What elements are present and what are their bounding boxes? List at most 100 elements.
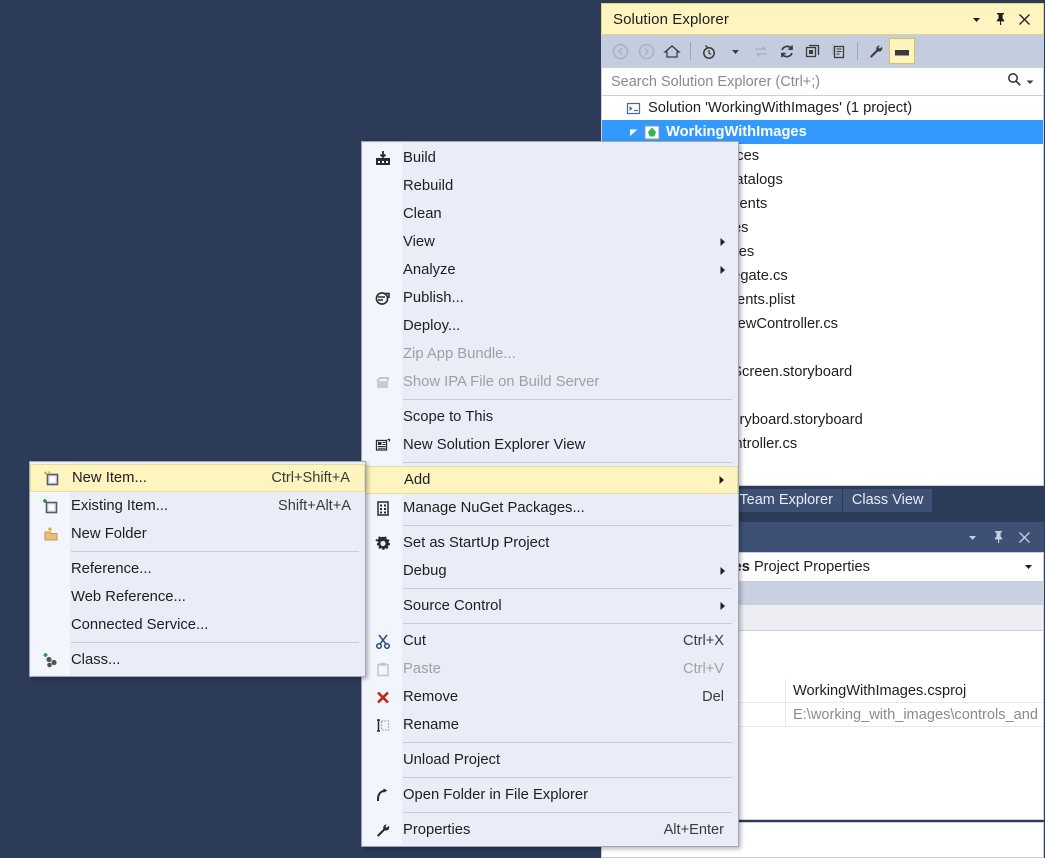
refresh-icon[interactable] — [774, 38, 800, 64]
menu-item-label: New Solution Explorer View — [403, 437, 738, 453]
menu-item-web-reference[interactable]: Web Reference... — [30, 583, 365, 611]
submenu-arrow-icon — [718, 475, 737, 485]
dropdown-icon[interactable] — [961, 526, 983, 548]
menu-item-properties[interactable]: PropertiesAlt+Enter — [362, 816, 738, 844]
pin-icon[interactable] — [989, 8, 1011, 30]
chevron-down-icon[interactable] — [1024, 558, 1043, 576]
menu-item-label: Web Reference... — [71, 589, 365, 605]
menu-item-shortcut: Ctrl+V — [683, 661, 738, 677]
nuget-icon — [362, 500, 403, 517]
menu-item-connected-service[interactable]: Connected Service... — [30, 611, 365, 639]
project-context-menu[interactable]: Build Rebuild Clean View Analyze Publish... De… — [361, 141, 739, 847]
submenu-arrow-icon — [719, 601, 738, 611]
properties-row-value[interactable]: WorkingWithImages.csproj — [786, 683, 966, 699]
back-icon[interactable] — [607, 38, 633, 64]
menu-item-reference[interactable]: Reference... — [30, 555, 365, 583]
dropdown-icon[interactable] — [965, 8, 987, 30]
menu-item-publish[interactable]: Publish... — [362, 284, 738, 312]
menu-item-shortcut: Del — [702, 689, 738, 705]
menu-item-debug[interactable]: Debug — [362, 557, 738, 585]
new-class-icon — [30, 652, 71, 669]
menu-item-zip-app-bundle: Zip App Bundle... — [362, 340, 738, 368]
wrench-icon — [362, 822, 403, 839]
menu-separator — [71, 551, 359, 552]
tab-team-explorer[interactable]: Team Explorer — [730, 489, 841, 512]
chevron-down-icon[interactable] — [722, 38, 748, 64]
menu-item-label: Paste — [403, 661, 683, 677]
build-icon — [362, 150, 403, 167]
solution-explorer-titlebar: Solution Explorer — [601, 3, 1044, 35]
cut-scissors-icon — [362, 633, 403, 650]
collapse-all-icon[interactable] — [800, 38, 826, 64]
menu-item-set-as-startup-project[interactable]: Set as StartUp Project — [362, 529, 738, 557]
xamarin-project-icon — [642, 125, 662, 140]
menu-item-clean[interactable]: Clean — [362, 200, 738, 228]
menu-item-show-ipa-file-on-build-server: Show IPA File on Build Server — [362, 368, 738, 396]
existing-item-icon — [30, 498, 71, 515]
menu-item-unload-project[interactable]: Unload Project — [362, 746, 738, 774]
submenu-arrow-icon — [719, 265, 738, 275]
menu-item-view[interactable]: View — [362, 228, 738, 256]
menu-separator — [403, 399, 732, 400]
pending-changes-icon[interactable] — [696, 38, 722, 64]
close-icon[interactable] — [1013, 8, 1035, 30]
search-dropdown-icon[interactable] — [1026, 73, 1034, 91]
tab-class-view[interactable]: Class View — [843, 489, 932, 512]
search-icon[interactable] — [1007, 72, 1022, 92]
add-submenu[interactable]: New Item...Ctrl+Shift+AExisting Item...S… — [29, 461, 366, 677]
search-placeholder: Search Solution Explorer (Ctrl+;) — [611, 74, 820, 90]
show-all-files-icon[interactable] — [826, 38, 852, 64]
solution-explorer-title: Solution Explorer — [613, 11, 729, 28]
search-input[interactable]: Search Solution Explorer (Ctrl+;) — [601, 67, 1044, 96]
properties-wrench-icon[interactable] — [863, 38, 889, 64]
menu-item-shortcut: Alt+Enter — [664, 822, 738, 838]
menu-item-add[interactable]: Add — [362, 466, 738, 494]
menu-item-existing-item[interactable]: Existing Item...Shift+Alt+A — [30, 492, 365, 520]
properties-row-value[interactable]: E:\working_with_images\controls_and — [786, 707, 1038, 723]
menu-item-label: Publish... — [403, 290, 738, 306]
menu-item-label: Rebuild — [403, 178, 738, 194]
menu-item-new-item[interactable]: New Item...Ctrl+Shift+A — [30, 464, 365, 492]
close-icon[interactable] — [1013, 526, 1035, 548]
pin-icon[interactable] — [987, 526, 1009, 548]
menu-separator — [403, 525, 732, 526]
menu-item-label: View — [403, 234, 719, 250]
menu-item-label: Existing Item... — [71, 498, 278, 514]
sync-icon[interactable] — [748, 38, 774, 64]
menu-item-new-solution-explorer-view[interactable]: New Solution Explorer View — [362, 431, 738, 459]
toolbar-separator-2 — [857, 42, 858, 60]
menu-item-build[interactable]: Build — [362, 144, 738, 172]
menu-separator — [403, 777, 732, 778]
forward-icon[interactable] — [633, 38, 659, 64]
menu-item-rebuild[interactable]: Rebuild — [362, 172, 738, 200]
menu-item-new-folder[interactable]: New Folder — [30, 520, 365, 548]
menu-item-deploy[interactable]: Deploy... — [362, 312, 738, 340]
menu-item-rename[interactable]: Rename — [362, 711, 738, 739]
new-item-icon — [31, 470, 72, 487]
expander-expanded-icon[interactable] — [626, 127, 642, 137]
menu-item-label: New Folder — [71, 526, 365, 542]
menu-item-shortcut: Shift+Alt+A — [278, 498, 365, 514]
preview-selected-items-icon[interactable] — [889, 38, 915, 64]
solution-icon — [624, 101, 644, 116]
menu-item-label: Manage NuGet Packages... — [403, 500, 738, 516]
menu-item-class[interactable]: Class... — [30, 646, 365, 674]
menu-item-scope-to-this[interactable]: Scope to This — [362, 403, 738, 431]
menu-separator — [403, 742, 732, 743]
menu-item-remove[interactable]: RemoveDel — [362, 683, 738, 711]
paste-icon — [362, 661, 403, 678]
toolbar-separator — [690, 42, 691, 60]
open-folder-arrow-icon — [362, 787, 403, 804]
menu-item-label: Deploy... — [403, 318, 738, 334]
tree-item-label: WorkingWithImages — [666, 124, 807, 140]
menu-item-open-folder-in-file-explorer[interactable]: Open Folder in File Explorer — [362, 781, 738, 809]
menu-item-label: New Item... — [72, 470, 271, 486]
menu-item-cut[interactable]: CutCtrl+X — [362, 627, 738, 655]
home-icon[interactable] — [659, 38, 685, 64]
menu-item-analyze[interactable]: Analyze — [362, 256, 738, 284]
menu-item-label: Clean — [403, 206, 738, 222]
tree-item-solution-workingwithimages-1-project[interactable]: Solution 'WorkingWithImages' (1 project) — [602, 96, 1043, 120]
menu-item-manage-nuget-packages[interactable]: Manage NuGet Packages... — [362, 494, 738, 522]
menu-item-shortcut: Ctrl+Shift+A — [271, 470, 364, 486]
menu-item-source-control[interactable]: Source Control — [362, 592, 738, 620]
